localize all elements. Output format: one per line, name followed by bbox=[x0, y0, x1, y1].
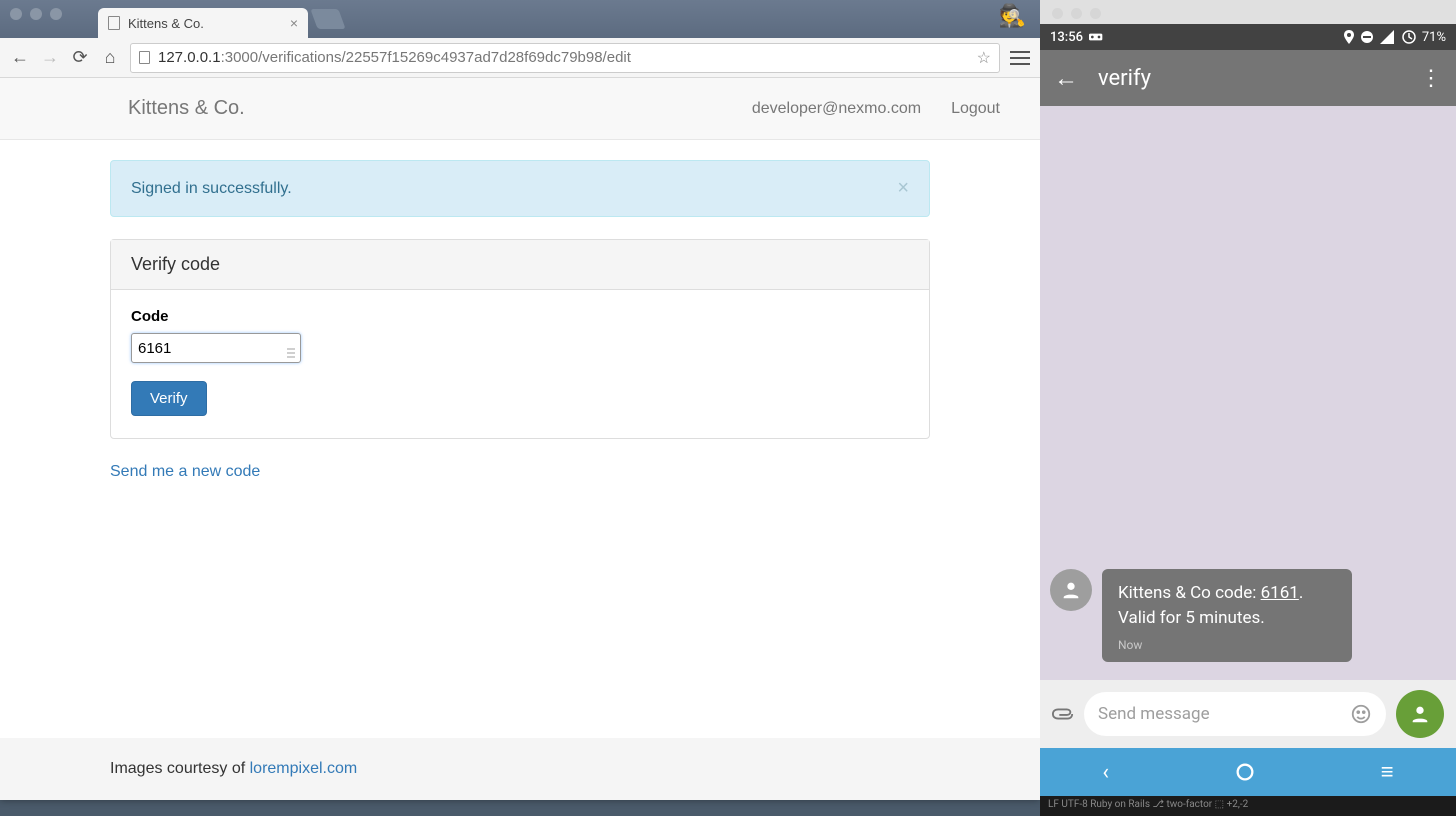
url-bar[interactable]: 127.0.0.1:3000/verifications/22557f15269… bbox=[130, 43, 1000, 73]
logout-link[interactable]: Logout bbox=[951, 100, 1000, 118]
compose-bar: Send message bbox=[1040, 680, 1456, 748]
message-row: Kittens & Co code: 6161. Valid for 5 min… bbox=[1050, 569, 1446, 662]
resend-code-link[interactable]: Send me a new code bbox=[110, 463, 260, 481]
phone-window: 13:56 71% bbox=[1040, 0, 1456, 816]
nav-back-icon[interactable]: ‹ bbox=[1102, 760, 1109, 785]
document-icon bbox=[108, 16, 120, 30]
browser-tab[interactable]: Kittens & Co. × bbox=[98, 8, 308, 38]
window-traffic-lights[interactable] bbox=[10, 8, 62, 20]
verify-button[interactable]: Verify bbox=[131, 381, 207, 416]
status-time: 13:56 bbox=[1050, 30, 1083, 45]
verify-panel: Verify code Code Verify bbox=[110, 239, 930, 439]
url-path: /verifications/22557f15269c4937ad7d28f69… bbox=[258, 49, 631, 66]
compose-input[interactable]: Send message bbox=[1084, 692, 1386, 736]
tab-strip: Kittens & Co. × 🕵 bbox=[0, 0, 1040, 38]
nav-menu-icon[interactable]: ≡ bbox=[1381, 759, 1394, 785]
sms-line2: Valid for 5 minutes. bbox=[1118, 608, 1265, 628]
menu-icon[interactable] bbox=[1010, 51, 1030, 65]
url-host: 127.0.0.1 bbox=[158, 49, 221, 66]
message-list[interactable]: Kittens & Co code: 6161. Valid for 5 min… bbox=[1040, 106, 1456, 680]
page-icon bbox=[139, 51, 150, 64]
android-status-bar: 13:56 71% bbox=[1040, 24, 1456, 50]
close-icon[interactable]: × bbox=[897, 177, 909, 200]
app-navbar: Kittens & Co. developer@nexmo.com Logout bbox=[0, 78, 1040, 140]
sms-text-suffix: . bbox=[1299, 583, 1303, 603]
browser-toolbar: ← → ⟳ ⌂ 127.0.0.1:3000/verifications/225… bbox=[0, 38, 1040, 78]
incognito-icon: 🕵 bbox=[999, 3, 1026, 29]
page-footer: Images courtesy of lorempixel.com bbox=[0, 738, 1040, 800]
sms-bubble[interactable]: Kittens & Co code: 6161. Valid for 5 min… bbox=[1102, 569, 1352, 662]
bookmark-icon[interactable]: ☆ bbox=[977, 48, 991, 68]
android-nav-bar: ‹ ≡ bbox=[1040, 748, 1456, 796]
reload-button[interactable]: ⟳ bbox=[70, 47, 90, 68]
new-tab-button[interactable] bbox=[310, 9, 345, 29]
user-email-link[interactable]: developer@nexmo.com bbox=[752, 100, 921, 118]
location-icon bbox=[1344, 30, 1354, 44]
back-button[interactable]: ← bbox=[10, 47, 30, 68]
sms-text-prefix: Kittens & Co code: bbox=[1118, 583, 1261, 603]
sms-timestamp: Now bbox=[1118, 637, 1336, 654]
browser-window: Kittens & Co. × 🕵 ← → ⟳ ⌂ 127.0.0.1:3000… bbox=[0, 0, 1040, 800]
panel-heading: Verify code bbox=[111, 240, 929, 290]
conversation-title: verify bbox=[1098, 66, 1151, 91]
notification-icon bbox=[1089, 31, 1105, 43]
emoji-icon[interactable] bbox=[1350, 703, 1372, 725]
close-icon[interactable]: × bbox=[290, 15, 298, 31]
clock-icon bbox=[1402, 30, 1416, 44]
signal-icon bbox=[1380, 30, 1396, 44]
alert-message: Signed in successfully. bbox=[131, 180, 292, 198]
back-icon[interactable]: ← bbox=[1054, 64, 1078, 93]
home-button[interactable]: ⌂ bbox=[100, 47, 120, 68]
page-content: Kittens & Co. developer@nexmo.com Logout… bbox=[0, 78, 1040, 800]
avatar-icon[interactable] bbox=[1050, 569, 1092, 611]
compose-placeholder: Send message bbox=[1098, 704, 1210, 724]
sms-app-bar: ← verify ⋮ bbox=[1040, 50, 1456, 106]
code-label: Code bbox=[131, 308, 909, 325]
footer-text: Images courtesy of bbox=[110, 760, 250, 777]
emulator-traffic-lights[interactable] bbox=[1052, 8, 1101, 19]
brand[interactable]: Kittens & Co. bbox=[128, 97, 245, 120]
more-icon[interactable]: ⋮ bbox=[1420, 66, 1442, 91]
attach-icon[interactable] bbox=[1052, 705, 1074, 723]
tab-title: Kittens & Co. bbox=[128, 16, 204, 31]
ide-status-strip: LF UTF-8 Ruby on Rails ⎇ two-factor ⬚ +2… bbox=[1040, 796, 1456, 816]
forward-button[interactable]: → bbox=[40, 47, 60, 68]
sms-code: 6161 bbox=[1261, 583, 1299, 603]
dnd-icon bbox=[1360, 30, 1374, 44]
nav-home-icon[interactable] bbox=[1234, 761, 1256, 783]
send-fab[interactable] bbox=[1396, 690, 1444, 738]
code-input[interactable] bbox=[131, 333, 301, 363]
footer-link[interactable]: lorempixel.com bbox=[250, 760, 358, 777]
flash-alert: Signed in successfully. × bbox=[110, 160, 930, 217]
url-port: :3000 bbox=[221, 49, 259, 66]
battery-text: 71% bbox=[1422, 30, 1446, 45]
